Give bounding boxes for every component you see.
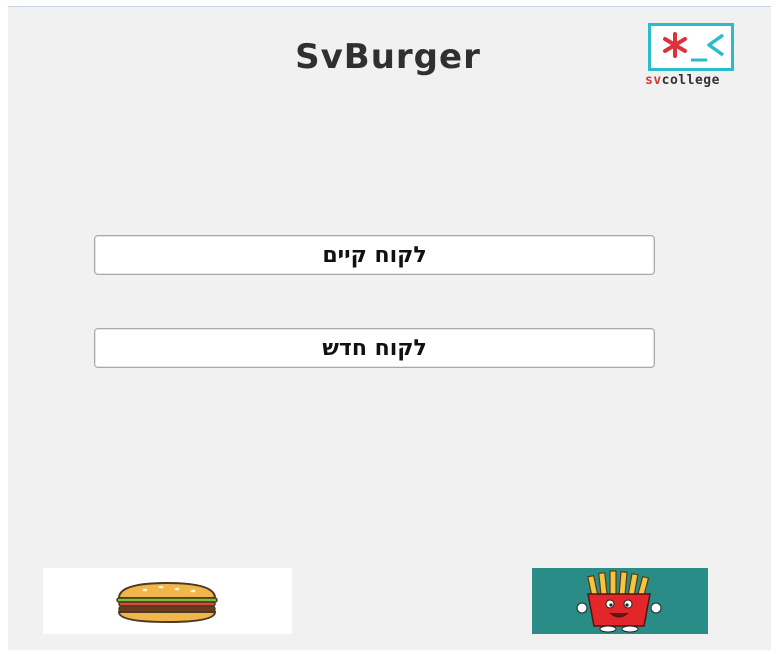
logo-symbol-icon [663,32,725,62]
app-title: SvBurger [295,37,481,77]
fries-image-tile[interactable] [532,568,708,634]
logo-text-sv: sv [645,73,662,88]
svcollege-logo: svcollege [645,23,769,101]
burger-image-tile[interactable] [43,568,292,634]
logo-box [648,23,734,71]
new-customer-button[interactable]: לקוח חדש [94,328,655,368]
logo-text-college: college [661,73,720,88]
logo-text: svcollege [645,73,769,88]
app-window: SvBurger svcollege לקוח קיים לקוח חדש [8,6,771,650]
existing-customer-button[interactable]: לקוח קיים [94,235,655,275]
burger-icon [116,581,218,624]
fries-icon [576,570,662,633]
